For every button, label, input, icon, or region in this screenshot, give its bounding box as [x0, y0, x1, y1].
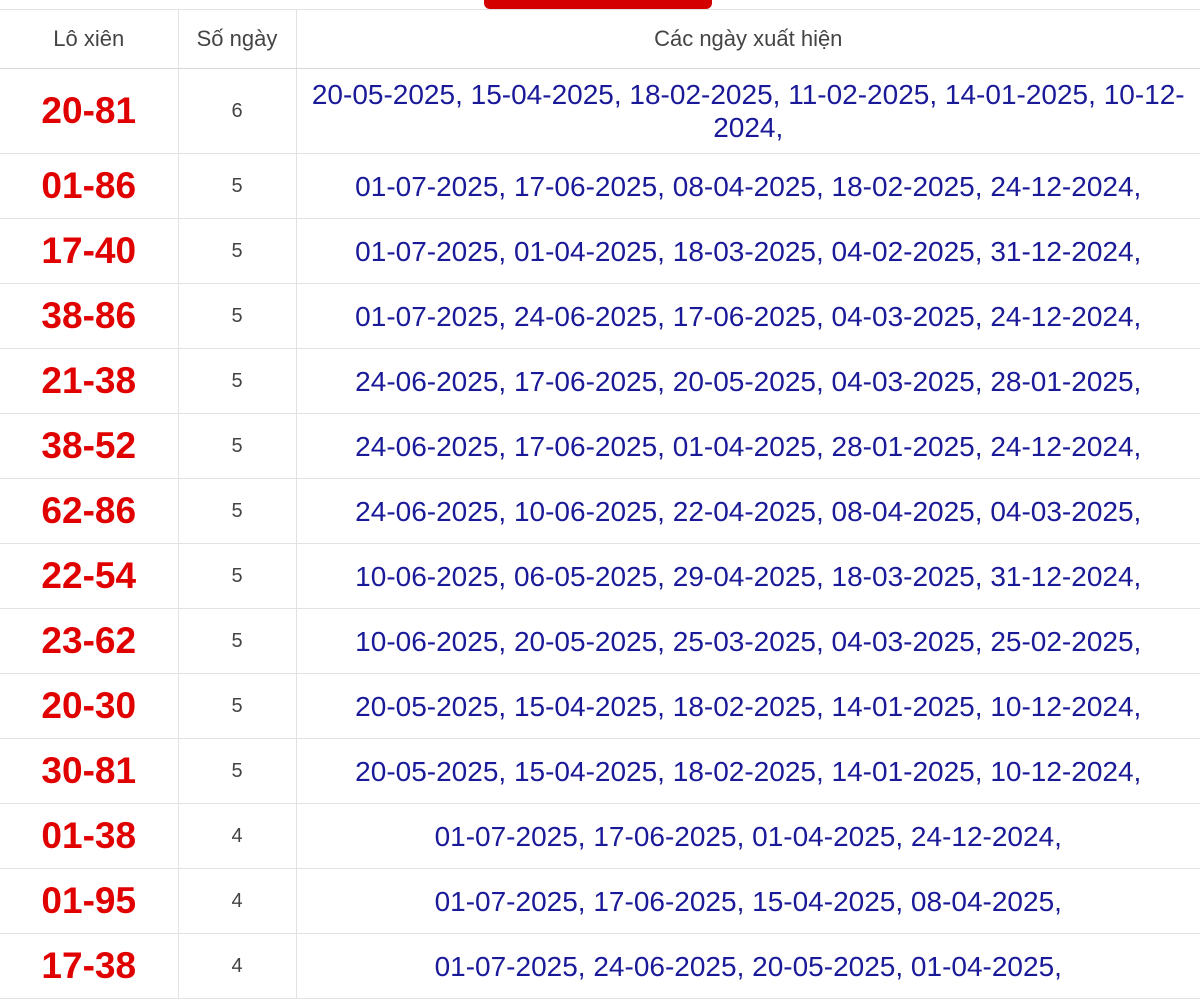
table-row: 17-38 4 01-07-2025, 24-06-2025, 20-05-20… — [0, 933, 1200, 999]
pair-cell: 38-86 — [0, 283, 179, 349]
days-count-cell: 5 — [178, 413, 297, 479]
days-count-cell: 4 — [178, 933, 297, 999]
days-count-cell: 5 — [178, 153, 297, 219]
pair-cell: 17-40 — [0, 218, 179, 284]
dates-cell: 24-06-2025, 10-06-2025, 22-04-2025, 08-0… — [296, 478, 1200, 544]
pair-cell: 21-38 — [0, 348, 179, 414]
days-count-cell: 5 — [178, 218, 297, 284]
dates-cell: 01-07-2025, 17-06-2025, 08-04-2025, 18-0… — [296, 153, 1200, 219]
days-count-cell: 5 — [178, 608, 297, 674]
table-row: 62-86 5 24-06-2025, 10-06-2025, 22-04-20… — [0, 478, 1200, 544]
table-row: 21-38 5 24-06-2025, 17-06-2025, 20-05-20… — [0, 348, 1200, 414]
pair-cell: 62-86 — [0, 478, 179, 544]
pair-cell: 30-81 — [0, 738, 179, 804]
table-row: 23-62 5 10-06-2025, 20-05-2025, 25-03-20… — [0, 608, 1200, 674]
lo-xien-table: Lô xiên Số ngày Các ngày xuất hiện 20-81… — [0, 9, 1200, 999]
days-count-cell: 5 — [178, 478, 297, 544]
table-row: 17-40 5 01-07-2025, 01-04-2025, 18-03-20… — [0, 218, 1200, 284]
pair-cell: 20-30 — [0, 673, 179, 739]
dates-cell: 01-07-2025, 01-04-2025, 18-03-2025, 04-0… — [296, 218, 1200, 284]
table-row: 01-95 4 01-07-2025, 17-06-2025, 15-04-20… — [0, 868, 1200, 934]
dates-cell: 01-07-2025, 24-06-2025, 20-05-2025, 01-0… — [296, 933, 1200, 999]
days-count-cell: 4 — [178, 803, 297, 869]
pair-cell: 38-52 — [0, 413, 179, 479]
days-count-cell: 5 — [178, 738, 297, 804]
days-count-cell: 5 — [178, 283, 297, 349]
dates-cell: 01-07-2025, 17-06-2025, 01-04-2025, 24-1… — [296, 803, 1200, 869]
dates-cell: 24-06-2025, 17-06-2025, 01-04-2025, 28-0… — [296, 413, 1200, 479]
table-header-row: Lô xiên Số ngày Các ngày xuất hiện — [0, 9, 1200, 69]
dates-cell: 20-05-2025, 15-04-2025, 18-02-2025, 11-0… — [296, 68, 1200, 154]
pair-cell: 01-95 — [0, 868, 179, 934]
table-row: 20-30 5 20-05-2025, 15-04-2025, 18-02-20… — [0, 673, 1200, 739]
table-row: 22-54 5 10-06-2025, 06-05-2025, 29-04-20… — [0, 543, 1200, 609]
table-row: 38-52 5 24-06-2025, 17-06-2025, 01-04-20… — [0, 413, 1200, 479]
pair-cell: 01-86 — [0, 153, 179, 219]
days-count-cell: 4 — [178, 868, 297, 934]
pair-cell: 01-38 — [0, 803, 179, 869]
header-cac-ngay-xuat-hien: Các ngày xuất hiện — [296, 9, 1200, 69]
dates-cell: 01-07-2025, 24-06-2025, 17-06-2025, 04-0… — [296, 283, 1200, 349]
active-tab-indicator[interactable] — [484, 0, 712, 9]
dates-cell: 10-06-2025, 20-05-2025, 25-03-2025, 04-0… — [296, 608, 1200, 674]
table-row: 01-38 4 01-07-2025, 17-06-2025, 01-04-20… — [0, 803, 1200, 869]
days-count-cell: 6 — [178, 68, 297, 154]
days-count-cell: 5 — [178, 673, 297, 739]
dates-cell: 20-05-2025, 15-04-2025, 18-02-2025, 14-0… — [296, 738, 1200, 804]
pair-cell: 20-81 — [0, 68, 179, 154]
days-count-cell: 5 — [178, 543, 297, 609]
table-row: 38-86 5 01-07-2025, 24-06-2025, 17-06-20… — [0, 283, 1200, 349]
dates-cell: 10-06-2025, 06-05-2025, 29-04-2025, 18-0… — [296, 543, 1200, 609]
dates-cell: 24-06-2025, 17-06-2025, 20-05-2025, 04-0… — [296, 348, 1200, 414]
header-so-ngay: Số ngày — [178, 9, 297, 69]
pair-cell: 22-54 — [0, 543, 179, 609]
dates-cell: 20-05-2025, 15-04-2025, 18-02-2025, 14-0… — [296, 673, 1200, 739]
table-row: 30-81 5 20-05-2025, 15-04-2025, 18-02-20… — [0, 738, 1200, 804]
header-lo-xien: Lô xiên — [0, 9, 179, 69]
pair-cell: 23-62 — [0, 608, 179, 674]
table-row: 20-81 6 20-05-2025, 15-04-2025, 18-02-20… — [0, 68, 1200, 154]
dates-cell: 01-07-2025, 17-06-2025, 15-04-2025, 08-0… — [296, 868, 1200, 934]
table-row: 01-86 5 01-07-2025, 17-06-2025, 08-04-20… — [0, 153, 1200, 219]
days-count-cell: 5 — [178, 348, 297, 414]
pair-cell: 17-38 — [0, 933, 179, 999]
